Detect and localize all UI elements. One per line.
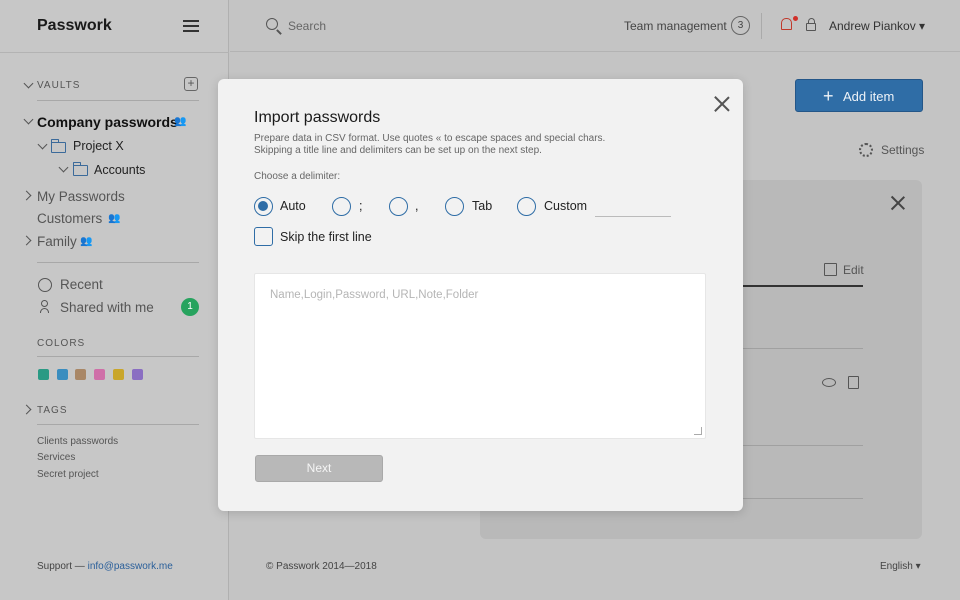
language-select[interactable]: English ▾	[880, 561, 921, 572]
support-label: Support —	[37, 561, 88, 572]
search-input[interactable]: Search	[288, 19, 326, 33]
add-vault-button[interactable]: +	[184, 77, 198, 91]
tag-item[interactable]: Secret project	[37, 469, 99, 480]
search-icon[interactable]	[266, 18, 278, 30]
folder-project-x[interactable]: Project X	[73, 139, 124, 153]
team-count-badge: 3	[731, 16, 750, 35]
vault-company-passwords[interactable]: Company passwords	[37, 114, 178, 130]
team-management-link[interactable]: Team management	[624, 19, 727, 33]
divider	[37, 356, 199, 357]
sidebar: Passwork VAULTS + Company passwords 👥 Pr…	[0, 0, 229, 600]
copy-icon[interactable]	[848, 376, 859, 389]
chevron-down-icon[interactable]	[23, 78, 34, 89]
next-button[interactable]: Next	[255, 455, 383, 482]
close-icon[interactable]	[891, 196, 905, 210]
divider	[37, 100, 199, 101]
folder-icon	[73, 162, 88, 176]
color-swatch-pink[interactable]	[94, 369, 105, 380]
settings-link[interactable]: Settings	[881, 143, 924, 157]
shared-people-icon: 👥	[174, 116, 187, 127]
top-header: Search Team management 3 Andrew Piankov …	[230, 0, 960, 52]
skip-first-line-label: Skip the first line	[280, 230, 372, 244]
csv-data-textarea[interactable]	[254, 273, 706, 439]
tag-item[interactable]: Clients passwords	[37, 436, 118, 447]
colors-title: COLORS	[37, 338, 86, 349]
divider	[741, 498, 863, 499]
tag-item[interactable]: Services	[37, 452, 75, 463]
custom-delimiter-input[interactable]	[595, 199, 671, 217]
shared-people-icon: 👥	[108, 213, 121, 224]
eye-icon[interactable]	[822, 378, 836, 387]
radio-comma-label: ,	[415, 199, 419, 213]
description-line: Skipping a title line and delimiters can…	[254, 145, 542, 156]
support-email-link[interactable]: info@passwork.me	[88, 561, 173, 572]
divider	[741, 348, 863, 349]
add-item-label: Add item	[843, 89, 895, 104]
delimiter-label: Choose a delimiter:	[254, 171, 341, 182]
chevron-down-icon[interactable]	[58, 162, 69, 173]
vault-my-passwords[interactable]: My Passwords	[37, 189, 125, 204]
vault-family[interactable]: Family	[37, 234, 77, 249]
skip-first-line-checkbox[interactable]	[254, 227, 273, 246]
divider	[37, 262, 199, 263]
divider	[37, 424, 199, 425]
shared-people-icon: 👥	[80, 236, 93, 247]
modal-description: Prepare data in CSV format. Use quotes «…	[254, 133, 634, 157]
radio-auto[interactable]	[254, 197, 273, 216]
modal-title: Import passwords	[254, 109, 381, 126]
radio-tab[interactable]	[445, 197, 464, 216]
radio-tab-label: Tab	[472, 199, 493, 213]
add-item-button[interactable]: + Add item	[795, 79, 923, 112]
chevron-right-icon[interactable]	[21, 404, 32, 415]
menu-icon[interactable]	[183, 20, 199, 32]
color-swatch-brown[interactable]	[75, 369, 86, 380]
import-passwords-modal: Import passwords Prepare data in CSV for…	[218, 79, 743, 511]
notification-dot	[793, 16, 798, 21]
radio-semicolon[interactable]	[332, 197, 351, 216]
chevron-down-icon[interactable]	[23, 114, 34, 125]
vaults-title: VAULTS	[37, 80, 81, 91]
divider	[741, 285, 863, 287]
radio-comma[interactable]	[389, 197, 408, 216]
copyright-text: © Passwork 2014—2018	[266, 561, 377, 572]
color-swatch-purple[interactable]	[132, 369, 143, 380]
edit-link[interactable]: Edit	[843, 263, 864, 277]
folder-icon	[51, 139, 66, 153]
divider	[761, 13, 762, 39]
radio-auto-label: Auto	[280, 199, 306, 213]
support-text: Support — info@passwork.me	[37, 561, 173, 572]
chevron-right-icon[interactable]	[21, 235, 32, 246]
radio-custom-label: Custom	[544, 199, 588, 213]
radio-custom[interactable]	[517, 197, 536, 216]
vault-customers[interactable]: Customers	[37, 211, 102, 226]
lock-icon[interactable]	[806, 18, 816, 31]
description-line: Prepare data in CSV format. Use quotes «…	[254, 133, 606, 144]
user-icon	[40, 300, 49, 313]
user-menu[interactable]: Andrew Piankov ▾	[829, 19, 925, 33]
color-swatch-teal[interactable]	[38, 369, 49, 380]
color-swatch-blue[interactable]	[57, 369, 68, 380]
shared-count-badge: 1	[181, 298, 199, 316]
tags-title: TAGS	[37, 405, 68, 416]
gear-icon[interactable]	[859, 143, 873, 157]
resize-handle[interactable]	[694, 427, 702, 435]
folder-accounts[interactable]: Accounts	[94, 163, 145, 177]
nav-recent[interactable]: Recent	[60, 277, 103, 292]
chevron-right-icon[interactable]	[21, 190, 32, 201]
edit-icon[interactable]	[824, 263, 837, 276]
nav-shared-with-me[interactable]: Shared with me	[60, 300, 154, 315]
clock-icon	[38, 278, 52, 292]
chevron-down-icon[interactable]	[37, 139, 48, 150]
bell-icon[interactable]	[781, 18, 792, 30]
divider	[741, 445, 863, 446]
divider	[0, 52, 229, 53]
app-logo: Passwork	[37, 17, 112, 34]
color-swatch-yellow[interactable]	[113, 369, 124, 380]
radio-semicolon-label: ;	[359, 199, 363, 213]
plus-icon: +	[823, 86, 834, 106]
close-icon[interactable]	[714, 96, 730, 112]
